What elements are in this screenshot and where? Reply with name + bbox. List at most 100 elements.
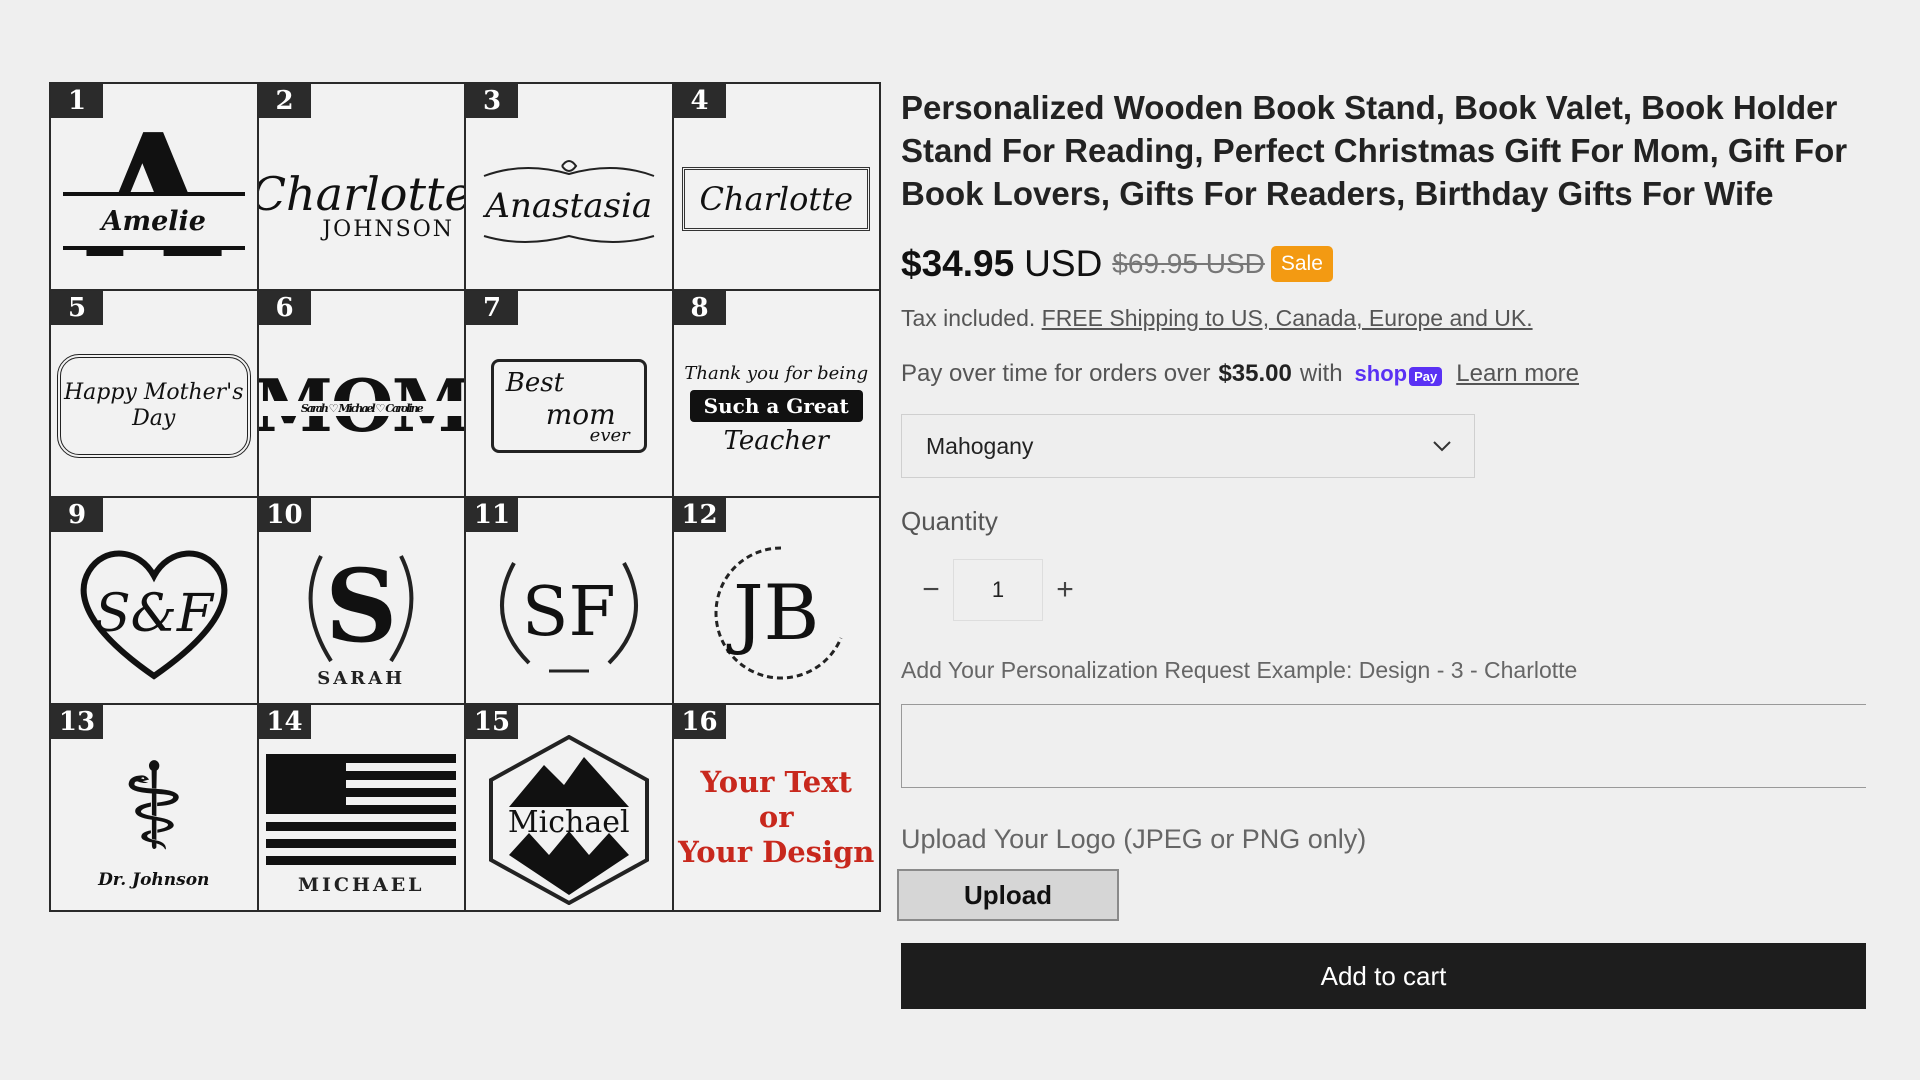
design-number: 14 bbox=[258, 705, 311, 739]
ornament-bottom-icon bbox=[483, 234, 655, 243]
design-13: 13 ⚕ Dr. Johnson bbox=[51, 705, 257, 910]
design-11: 11 SF bbox=[466, 498, 672, 703]
price-currency: USD bbox=[1024, 243, 1103, 284]
design-4: 4 Charlotte bbox=[673, 84, 879, 289]
tax-shipping-line: Tax included. FREE Shipping to US, Canad… bbox=[901, 305, 1866, 332]
design-number: 7 bbox=[466, 291, 518, 325]
design-text-ever: ever bbox=[589, 424, 630, 446]
upload-logo-label: Upload Your Logo (JPEG or PNG only) bbox=[901, 824, 1367, 854]
design-8: 8 Thank you for being Such a Great Teach… bbox=[673, 291, 879, 496]
sale-badge: Sale bbox=[1270, 246, 1333, 282]
chevron-down-icon bbox=[1433, 441, 1451, 452]
design-text-top: Thank you for being bbox=[684, 363, 869, 384]
design-name: MICHAEL bbox=[297, 873, 425, 896]
sale-price: $34.95 bbox=[901, 243, 1015, 284]
design-label-frame: Happy Mother's Day bbox=[56, 353, 251, 458]
variant-selected-value: Mahogany bbox=[926, 432, 1034, 459]
caduceus-icon: ⚕ bbox=[121, 737, 187, 877]
shipping-link[interactable]: FREE Shipping to US, Canada, Europe and … bbox=[1042, 305, 1533, 331]
design-frame: Charlotte bbox=[682, 166, 871, 231]
personalization-textarea[interactable] bbox=[901, 704, 1866, 788]
design-number: 13 bbox=[51, 705, 103, 739]
design-custom-text: Your Text or Your Design bbox=[678, 765, 874, 870]
design-names-strip: Sarah ♡ Michael ♡ Caroline bbox=[258, 401, 464, 416]
custom-text-line-1: Your Text bbox=[700, 765, 852, 799]
quantity-increase-button[interactable]: + bbox=[1035, 573, 1095, 607]
product-title: Personalized Wooden Book Stand, Book Val… bbox=[901, 89, 1848, 212]
quantity-decrease-button[interactable]: − bbox=[901, 573, 961, 607]
design-surname: JOHNSON bbox=[322, 217, 454, 242]
design-number: 16 bbox=[673, 705, 726, 739]
heart-icon: S&F bbox=[80, 550, 228, 680]
design-3: 3 Anastasia bbox=[466, 84, 672, 289]
custom-text-line-3: Your Design bbox=[678, 835, 875, 869]
laurel-wreath-icon: SF bbox=[484, 543, 654, 683]
design-options-grid: 1 A Amelie 2 Charlotte JOHNSON 3 Anastas… bbox=[49, 82, 881, 912]
shop-pay-logo: shop Pay bbox=[1355, 361, 1443, 387]
design-number: 8 bbox=[673, 291, 726, 325]
installments-text: Pay over time for orders over bbox=[901, 360, 1211, 387]
design-monogram: SF bbox=[521, 573, 616, 652]
design-text-best: Best bbox=[505, 367, 565, 398]
design-number: 6 bbox=[258, 291, 311, 325]
svg-text:S&F: S&F bbox=[95, 584, 215, 644]
design-text-bottom: Teacher bbox=[723, 426, 829, 456]
design-10: 10 S SARAH bbox=[258, 498, 464, 703]
installments-amount: $35.00 bbox=[1218, 360, 1292, 387]
custom-text-line-2: or bbox=[758, 800, 794, 834]
design-15: 15 Michael bbox=[466, 705, 672, 910]
design-word: MOM Sarah ♡ Michael ♡ Caroline bbox=[258, 363, 464, 448]
design-7: 7 Best mom ever bbox=[466, 291, 672, 496]
design-script-name: Anastasia bbox=[485, 185, 653, 226]
installments-row: Pay over time for orders over $35.00 wit… bbox=[901, 360, 1866, 388]
price-row: $34.95 USD $69.95 USD Sale bbox=[901, 243, 1866, 285]
design-number: 3 bbox=[466, 84, 518, 118]
design-number: 2 bbox=[258, 84, 311, 118]
design-12: 12 JB bbox=[673, 498, 879, 703]
design-number: 11 bbox=[466, 498, 518, 532]
minus-icon: − bbox=[922, 573, 940, 606]
shop-pay-shop: shop bbox=[1354, 361, 1408, 386]
design-16: 16 Your Text or Your Design bbox=[673, 705, 879, 910]
design-number: 9 bbox=[51, 498, 103, 532]
design-1: 1 A Amelie bbox=[51, 84, 257, 289]
ornament-top-icon bbox=[483, 159, 655, 177]
quantity-stepper: − 1 + bbox=[901, 559, 1866, 621]
design-2: 2 Charlotte JOHNSON bbox=[258, 84, 465, 289]
add-to-cart-button[interactable]: Add to cart bbox=[901, 943, 1866, 1009]
design-number: 12 bbox=[673, 498, 726, 532]
design-number: 10 bbox=[258, 498, 311, 532]
installments-with: with bbox=[1299, 360, 1343, 387]
design-monogram: JB bbox=[733, 568, 820, 657]
shop-pay-badge: Pay bbox=[1409, 367, 1443, 386]
upload-button[interactable]: Upload bbox=[897, 869, 1119, 921]
tax-text: Tax included. bbox=[901, 305, 1036, 331]
design-number: 5 bbox=[51, 291, 103, 325]
design-14: 14 MICHAEL bbox=[258, 705, 464, 910]
laurel-wreath-icon: S bbox=[291, 536, 431, 676]
design-9: 9 S&F bbox=[51, 498, 257, 703]
design-5: 5 Happy Mother's Day bbox=[51, 291, 257, 496]
variant-select[interactable]: Mahogany bbox=[901, 414, 1475, 478]
design-number: 4 bbox=[673, 84, 726, 118]
design-monogram-letter: S bbox=[325, 547, 398, 665]
quantity-input[interactable]: 1 bbox=[953, 559, 1043, 621]
design-number: 1 bbox=[51, 84, 103, 118]
design-script-name: Charlotte bbox=[258, 167, 465, 221]
design-name: Dr. Johnson bbox=[98, 869, 210, 890]
compare-price: $69.95 USD bbox=[1112, 248, 1265, 279]
design-name-band: Amelie bbox=[63, 192, 245, 250]
design-script-name: Charlotte bbox=[699, 179, 854, 218]
laurel-wreath-icon: JB bbox=[701, 538, 851, 688]
design-6: 6 MOM Sarah ♡ Michael ♡ Caroline bbox=[258, 291, 464, 496]
us-flag-icon bbox=[266, 753, 457, 866]
plus-icon: + bbox=[1056, 573, 1074, 606]
design-number: 15 bbox=[466, 705, 518, 739]
design-banner: Such a Great bbox=[689, 390, 863, 422]
design-name: Michael bbox=[507, 805, 630, 840]
quantity-label: Quantity bbox=[901, 506, 998, 536]
design-frame: Best mom ever bbox=[490, 358, 647, 453]
learn-more-link[interactable]: Learn more bbox=[1456, 360, 1579, 388]
product-info-panel: Personalized Wooden Book Stand, Book Val… bbox=[897, 86, 1866, 1009]
personalization-label: Add Your Personalization Request Example… bbox=[901, 657, 1578, 683]
